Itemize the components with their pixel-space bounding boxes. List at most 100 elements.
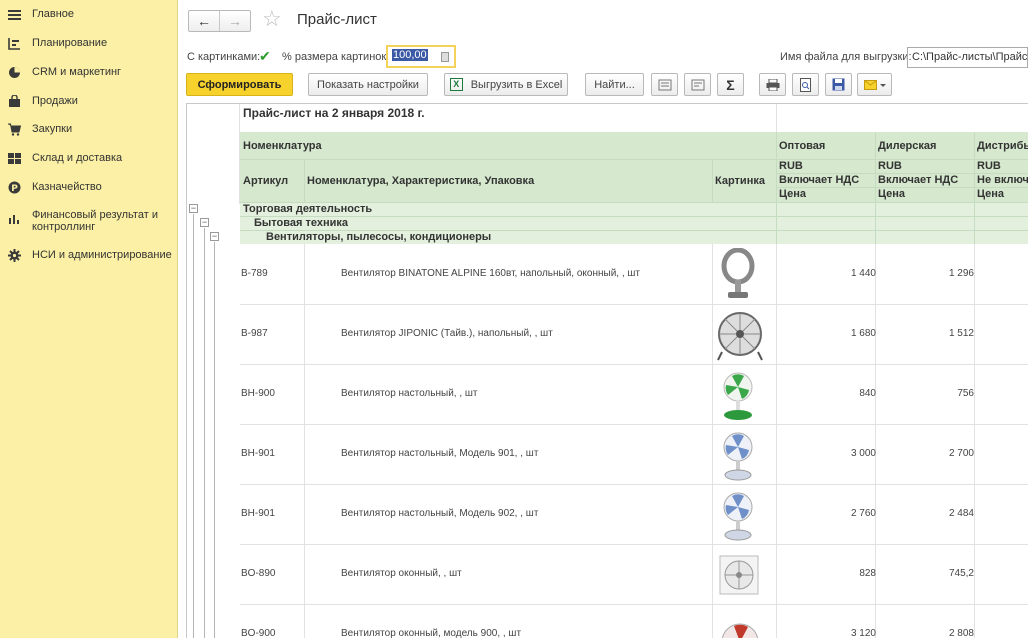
- table-row[interactable]: BH-901 Вентилятор настольный, Модель 902…: [241, 484, 1028, 544]
- header-kind: Цена: [878, 188, 906, 200]
- bar-chart-icon: [8, 212, 21, 225]
- with-pictures-checkbox[interactable]: ✔: [259, 49, 273, 63]
- save-icon[interactable]: [825, 73, 852, 96]
- price-wholesale: 1 440: [850, 268, 876, 279]
- desk-fan-blue-image: [716, 488, 760, 542]
- excel-icon: X: [449, 78, 463, 91]
- row-article: BH-901: [241, 448, 275, 459]
- desk-fan-blue-image: [716, 428, 760, 482]
- picture-size-input[interactable]: 100,00: [386, 45, 456, 68]
- header-price-wholesale: Оптовая: [779, 140, 826, 152]
- desk-fan-green-image: [716, 368, 760, 422]
- generate-button[interactable]: Сформировать: [186, 73, 293, 96]
- collapse-groups-icon[interactable]: [651, 73, 678, 96]
- table-row[interactable]: BO-900 Вентилятор оконный, модель 900, ,…: [241, 604, 1028, 638]
- menu-icon: [8, 8, 21, 21]
- send-email-icon[interactable]: [857, 73, 892, 96]
- header-nomenclature: Номенклатура: [243, 140, 322, 152]
- pie-chart-icon: [8, 66, 21, 79]
- preview-icon[interactable]: [792, 73, 819, 96]
- file-name-label: Имя файла для выгрузки:: [780, 51, 912, 63]
- group-fans[interactable]: Вентиляторы, пылесосы, кондиционеры: [266, 231, 491, 243]
- report-sheet[interactable]: Прайс-лист на 2 января 2018 г. Номенклат…: [186, 103, 1028, 638]
- sidebar-item-label: CRM и маркетинг: [32, 66, 122, 78]
- forward-button[interactable]: →: [220, 11, 250, 31]
- header-picture: Картинка: [715, 175, 765, 187]
- coin-icon: P: [8, 181, 21, 194]
- picture-size-label: % размера картинок:: [282, 51, 390, 63]
- with-pictures-label: С картинками:: [187, 51, 261, 63]
- calculator-icon[interactable]: [441, 52, 449, 62]
- history-nav: ← →: [188, 10, 251, 32]
- price-wholesale: 3 120: [850, 628, 876, 638]
- header-price-dealer: Дилерская: [878, 140, 937, 152]
- header-kind: Цена: [977, 188, 1005, 200]
- bag-icon: [8, 95, 21, 108]
- price-dealer: 756: [957, 388, 974, 399]
- svg-text:P: P: [11, 184, 18, 194]
- row-article: BO-900: [241, 628, 276, 638]
- collapse-toggle-icon[interactable]: −: [200, 218, 209, 227]
- group-appliances[interactable]: Бытовая техника: [254, 217, 348, 229]
- favorite-star-icon[interactable]: ☆: [262, 8, 282, 30]
- sidebar-item-label: НСИ и администрирование: [32, 249, 172, 261]
- sidebar-item-label: Закупки: [32, 123, 73, 135]
- sidebar: Главное Планирование CRM и маркетинг Про…: [0, 0, 178, 638]
- sidebar-item-label: Главное: [32, 8, 75, 20]
- export-excel-label: Выгрузить в Excel: [470, 78, 563, 91]
- price-dealer: 1 512: [948, 328, 974, 339]
- price-wholesale: 3 000: [850, 448, 876, 459]
- expand-groups-icon[interactable]: [684, 73, 711, 96]
- back-button[interactable]: ←: [189, 11, 220, 31]
- table-row[interactable]: BO-890 Вентилятор оконный, , шт 828 745,…: [241, 544, 1028, 604]
- table-row[interactable]: B-789 Вентилятор BINATONE ALPINE 160вт, …: [241, 244, 1028, 304]
- page-title: Прайс-лист: [297, 11, 377, 28]
- header-currency: RUB: [977, 160, 1001, 172]
- price-wholesale: 840: [859, 388, 876, 399]
- cart-icon: [8, 123, 21, 136]
- table-row[interactable]: BH-900 Вентилятор настольный, , шт 840 7…: [241, 364, 1028, 424]
- show-settings-button[interactable]: Показать настройки: [308, 73, 428, 96]
- price-dealer: 2 484: [948, 508, 974, 519]
- price-wholesale: 828: [859, 568, 876, 579]
- price-dealer: 2 808: [948, 628, 974, 638]
- header-vat: Включает НДС: [878, 174, 959, 186]
- header-kind: Цена: [779, 188, 807, 200]
- row-name: Вентилятор оконный, модель 900, , шт: [341, 628, 522, 638]
- group-trade[interactable]: Торговая деятельность: [243, 203, 372, 215]
- collapse-toggle-icon[interactable]: −: [210, 232, 219, 241]
- header-currency: RUB: [878, 160, 902, 172]
- window-fan-image: [716, 548, 760, 602]
- planning-icon: [8, 37, 21, 50]
- price-wholesale: 1 680: [850, 328, 876, 339]
- sidebar-item-label: Казначейство: [32, 181, 102, 193]
- window-fan-red-image: [716, 608, 760, 638]
- row-article: B-789: [241, 268, 268, 279]
- row-article: BH-900: [241, 388, 275, 399]
- header-price-distributor: Дистрибь: [977, 140, 1028, 152]
- collapse-toggle-icon[interactable]: −: [189, 204, 198, 213]
- print-icon[interactable]: [759, 73, 786, 96]
- row-name: Вентилятор оконный, , шт: [341, 568, 462, 579]
- header-vat: Включает НДС: [779, 174, 860, 186]
- floor-fan-image: [716, 308, 763, 362]
- bladeless-fan-image: [716, 247, 760, 302]
- warehouse-icon: [8, 152, 21, 165]
- table-row[interactable]: BH-901 Вентилятор настольный, Модель 901…: [241, 424, 1028, 484]
- export-excel-button[interactable]: X Выгрузить в Excel: [444, 73, 568, 96]
- sum-icon[interactable]: Σ: [717, 73, 744, 96]
- price-dealer: 745,2: [948, 568, 974, 579]
- table-row[interactable]: B-987 Вентилятор JIPONIC (Тайв.), наполь…: [241, 304, 1028, 364]
- price-dealer: 1 296: [948, 268, 974, 279]
- sidebar-item-label: Финансовый результат и контроллинг: [32, 209, 158, 233]
- file-name-input[interactable]: C:\Прайс-листы\Прайс-л: [907, 47, 1028, 68]
- header-name: Номенклатура, Характеристика, Упаковка: [307, 175, 535, 187]
- find-button[interactable]: Найти...: [585, 73, 644, 96]
- row-name: Вентилятор настольный, Модель 901, , шт: [341, 448, 539, 459]
- report-title: Прайс-лист на 2 января 2018 г.: [243, 106, 425, 120]
- price-dealer: 2 700: [948, 448, 974, 459]
- picture-size-value: 100,00: [392, 49, 428, 61]
- header-vat: Не включ: [977, 174, 1028, 186]
- price-wholesale: 2 760: [850, 508, 876, 519]
- sidebar-item-label: Продажи: [32, 95, 78, 107]
